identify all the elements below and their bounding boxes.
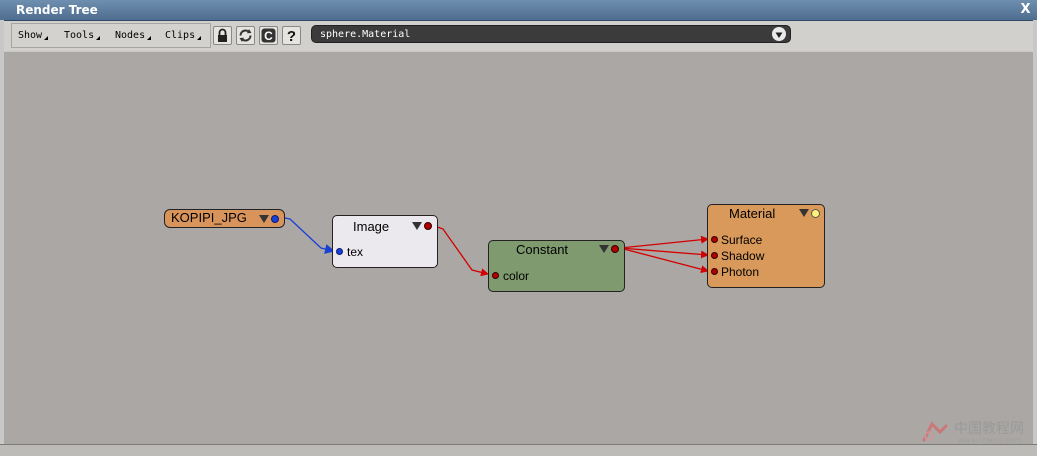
wire-constant-to-material-surface[interactable] [619,235,709,249]
input-label-shadow: Shadow [721,249,765,263]
input-port-tex[interactable] [336,248,343,255]
output-port[interactable] [424,222,432,230]
input-label-photon: Photon [721,265,760,279]
input-label-surface: Surface [721,233,763,247]
expand-triangle-icon[interactable] [799,209,809,217]
input-label-color: color [503,269,530,283]
wire-image-to-constant-color[interactable] [431,224,489,277]
expand-triangle-icon[interactable] [599,245,609,253]
watermark-url: www.jcwcn.com [958,436,1022,445]
expand-triangle-icon[interactable] [259,215,269,223]
output-port[interactable] [611,245,619,253]
node-material[interactable]: Material Surface Shadow Photon [707,204,825,288]
watermark: 中国教程网 www.jcwcn.com [918,418,1024,445]
node-kopipi-jpg[interactable]: KOPIPI_JPG [164,209,285,228]
input-port-color[interactable] [492,272,499,279]
node-title: Material [729,206,776,221]
node-title: KOPIPI_JPG [171,210,247,225]
node-title: Constant [516,242,569,257]
input-port-shadow[interactable] [711,252,718,259]
node-title: Image [353,219,390,234]
output-port[interactable] [271,215,279,223]
input-label-tex: tex [347,245,364,259]
node-constant[interactable]: Constant color [488,240,625,292]
node-image[interactable]: Image tex [332,215,438,268]
status-strip [0,444,1037,456]
watermark-text: 中国教程网 [954,421,1024,437]
output-port[interactable] [811,209,820,218]
input-port-photon[interactable] [711,268,718,275]
expand-triangle-icon[interactable] [412,222,422,230]
input-port-surface[interactable] [711,236,718,243]
connection-wires [279,216,709,277]
wire-kopipi-to-image-tex[interactable] [279,216,335,254]
